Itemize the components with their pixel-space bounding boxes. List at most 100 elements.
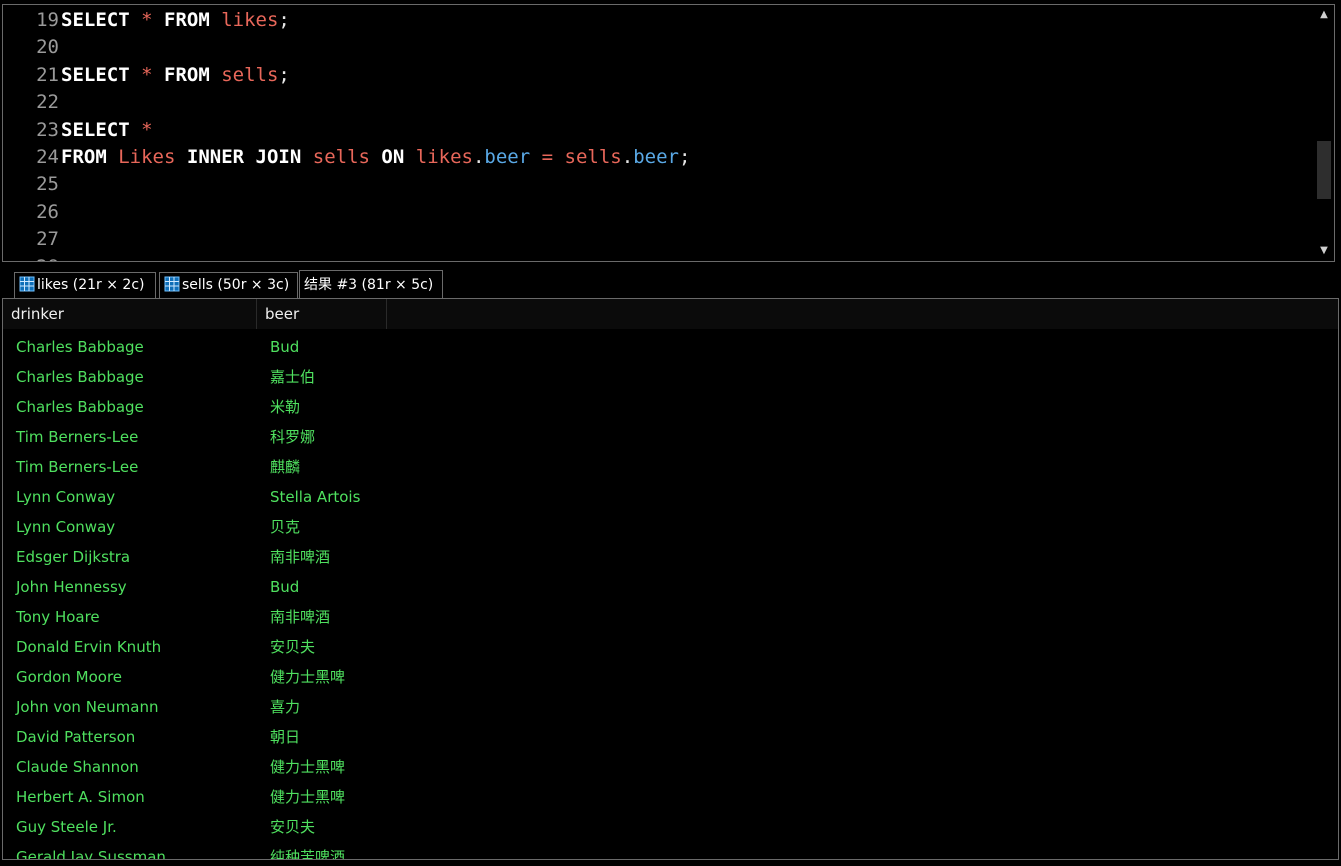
cell-beer[interactable]: 喜力 xyxy=(257,692,387,722)
code-token: ; xyxy=(678,146,691,168)
cell-beer[interactable]: 科罗娜 xyxy=(257,422,387,452)
table-row[interactable]: Herbert A. Simon 健力士黑啤 xyxy=(3,782,1338,812)
line-number: 25 xyxy=(36,173,59,196)
code-line[interactable]: 23 SELECT * xyxy=(3,117,153,144)
code-line[interactable]: 28 xyxy=(3,254,61,261)
tab-likes[interactable]: likes (21r × 2c) xyxy=(14,272,156,298)
code-token: ; xyxy=(278,63,290,86)
table-row[interactable]: Charles Babbage 嘉士伯 xyxy=(3,362,1338,392)
table-row[interactable]: Edsger Dijkstra 南非啤酒 xyxy=(3,542,1338,572)
cell-beer[interactable]: 麒麟 xyxy=(257,452,387,482)
code-token: * xyxy=(141,9,153,31)
code-line[interactable]: 20 xyxy=(3,34,61,61)
code-line[interactable]: 25 xyxy=(3,171,61,198)
code-token: likes xyxy=(415,146,473,168)
table-row[interactable]: David Patterson 朝日 xyxy=(3,722,1338,752)
table-row[interactable]: Lynn Conway 贝克 xyxy=(3,512,1338,542)
cell-drinker[interactable]: Donald Ervin Knuth xyxy=(3,632,257,662)
cell-drinker[interactable]: Edsger Dijkstra xyxy=(3,542,257,572)
tab-sells[interactable]: sells (50r × 3c) xyxy=(159,272,298,298)
code-token: sells xyxy=(312,146,370,168)
table-row[interactable]: Tim Berners-Lee 麒麟 xyxy=(3,452,1338,482)
cell-drinker[interactable]: Tim Berners-Lee xyxy=(3,452,257,482)
code-line[interactable]: 27 xyxy=(3,226,61,253)
cell-beer[interactable]: 健力士黑啤 xyxy=(257,662,387,692)
code-line[interactable]: 21 SELECT * FROM sells; xyxy=(3,62,290,89)
tab-label: 结果 #3 (81r × 5c) xyxy=(304,277,434,293)
table-row[interactable]: Charles Babbage 米勒 xyxy=(3,392,1338,422)
code-line[interactable]: 22 xyxy=(3,89,61,116)
table-row[interactable]: Tony Hoare 南非啤酒 xyxy=(3,602,1338,632)
cell-drinker[interactable]: Tony Hoare xyxy=(3,602,257,632)
table-row[interactable]: John von Neumann 喜力 xyxy=(3,692,1338,722)
code-token: beer xyxy=(633,146,679,168)
table-row[interactable]: Lynn Conway Stella Artois xyxy=(3,482,1338,512)
code-token: JOIN xyxy=(255,146,302,168)
tab-label: likes (21r × 2c) xyxy=(37,277,145,293)
table-row[interactable]: Claude Shannon 健力士黑啤 xyxy=(3,752,1338,782)
cell-beer[interactable]: 安贝夫 xyxy=(257,812,387,842)
cell-drinker[interactable]: Charles Babbage xyxy=(3,332,257,362)
code-token: ON xyxy=(381,146,405,168)
code-text: FROM Likes INNER JOIN sells ON likes.bee… xyxy=(59,144,690,171)
chevron-up-icon[interactable]: ▲ xyxy=(1314,7,1334,23)
table-row[interactable]: John Hennessy Bud xyxy=(3,572,1338,602)
code-token: SELECT xyxy=(61,9,130,31)
column-header-beer[interactable]: beer xyxy=(257,299,387,329)
scroll-thumb[interactable] xyxy=(1317,141,1331,199)
cell-beer[interactable]: 嘉士伯 xyxy=(257,362,387,392)
cell-beer[interactable]: 健力士黑啤 xyxy=(257,782,387,812)
cell-beer[interactable]: Bud xyxy=(257,572,387,602)
sql-editor[interactable]: 19 SELECT * FROM likes; 20 21 SELECT * FROM … xyxy=(2,4,1335,262)
cell-beer[interactable]: 安贝夫 xyxy=(257,632,387,662)
cell-beer[interactable]: Bud xyxy=(257,332,387,362)
cell-beer[interactable]: 南非啤酒 xyxy=(257,542,387,572)
cell-beer[interactable]: 纯种苦啤酒 xyxy=(257,842,387,859)
tab-result-3[interactable]: 结果 #3 (81r × 5c) xyxy=(299,270,443,298)
cell-drinker[interactable]: David Patterson xyxy=(3,722,257,752)
cell-drinker[interactable]: Gerald Jay Sussman xyxy=(3,842,257,859)
results-grid[interactable]: drinker beer Charles Babbage Bud Charles B… xyxy=(2,298,1339,860)
code-token: SELECT xyxy=(61,63,130,86)
cell-drinker[interactable]: Charles Babbage xyxy=(3,362,257,392)
code-token: Likes xyxy=(118,146,176,168)
cell-beer[interactable]: 米勒 xyxy=(257,392,387,422)
cell-drinker[interactable]: Lynn Conway xyxy=(3,482,257,512)
line-number: 19 xyxy=(36,9,59,31)
cell-drinker[interactable]: Charles Babbage xyxy=(3,392,257,422)
table-row[interactable]: Guy Steele Jr. 安贝夫 xyxy=(3,812,1338,842)
cell-beer[interactable]: 健力士黑啤 xyxy=(257,752,387,782)
cell-drinker[interactable]: Claude Shannon xyxy=(3,752,257,782)
column-header-drinker[interactable]: drinker xyxy=(3,299,257,329)
cell-drinker[interactable]: Lynn Conway xyxy=(3,512,257,542)
line-number: 21 xyxy=(36,63,59,86)
cell-beer[interactable]: Stella Artois xyxy=(257,482,387,512)
cell-beer[interactable]: 朝日 xyxy=(257,722,387,752)
code-text: SELECT * FROM sells; xyxy=(59,62,290,89)
code-line[interactable]: 26 xyxy=(3,199,61,226)
cell-drinker[interactable]: John Hennessy xyxy=(3,572,257,602)
table-row[interactable]: Donald Ervin Knuth 安贝夫 xyxy=(3,632,1338,662)
cell-drinker[interactable]: John von Neumann xyxy=(3,692,257,722)
table-row[interactable]: Tim Berners-Lee 科罗娜 xyxy=(3,422,1338,452)
cell-beer[interactable]: 南非啤酒 xyxy=(257,602,387,632)
cell-drinker[interactable]: Herbert A. Simon xyxy=(3,782,257,812)
table-row[interactable]: Gerald Jay Sussman 纯种苦啤酒 xyxy=(3,842,1338,859)
table-row[interactable]: Gordon Moore 健力士黑啤 xyxy=(3,662,1338,692)
cell-drinker[interactable]: Gordon Moore xyxy=(3,662,257,692)
code-line[interactable]: 19 SELECT * FROM likes; xyxy=(3,7,290,34)
chevron-down-icon[interactable]: ▼ xyxy=(1314,243,1334,259)
code-token: * xyxy=(141,118,153,141)
cell-beer[interactable]: 贝克 xyxy=(257,512,387,542)
code-line[interactable]: 24 FROM Likes INNER JOIN sells ON likes.b… xyxy=(3,144,690,171)
editor-scrollbar[interactable]: ▲ ▼ xyxy=(1314,5,1334,261)
table-row[interactable]: Charles Babbage Bud xyxy=(3,332,1338,362)
cell-drinker[interactable]: Guy Steele Jr. xyxy=(3,812,257,842)
cell-drinker[interactable]: Tim Berners-Lee xyxy=(3,422,257,452)
